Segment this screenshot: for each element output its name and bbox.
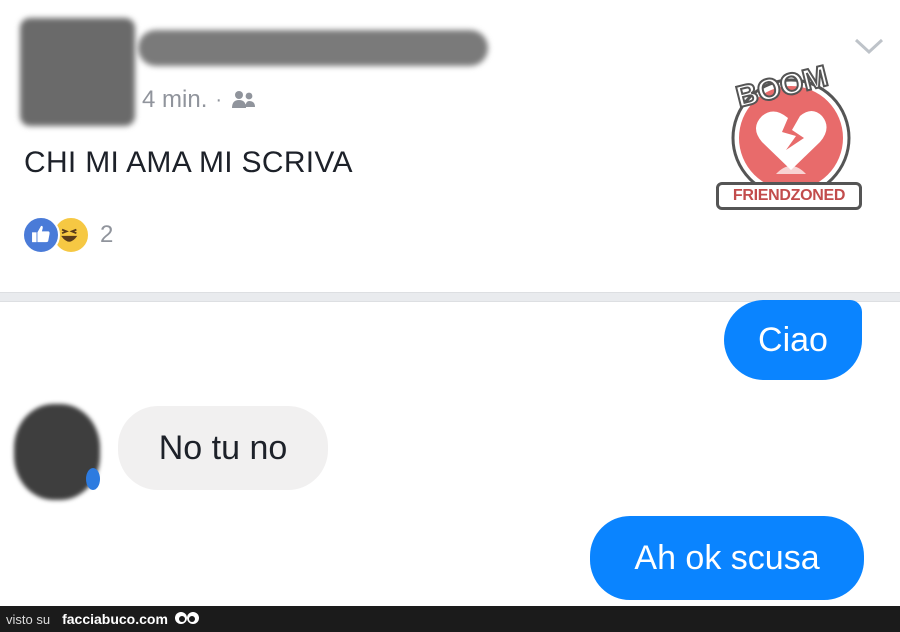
post-meta: 4 min. · xyxy=(142,86,258,114)
like-icon[interactable] xyxy=(22,216,60,254)
watermark-prefix: visto su xyxy=(6,611,51,627)
reactions-bar[interactable]: 2 xyxy=(22,216,113,254)
author-name-redacted[interactable] xyxy=(138,30,488,66)
message-sent[interactable]: Ciao xyxy=(724,300,862,380)
meta-separator: · xyxy=(215,88,223,111)
message-sent[interactable]: Ah ok scusa xyxy=(590,516,864,600)
author-avatar-redacted[interactable] xyxy=(20,18,135,126)
eyes-icon xyxy=(174,612,199,624)
active-status-dot xyxy=(86,468,100,490)
post-text: CHI MI AMA MI SCRIVA xyxy=(24,146,353,179)
reaction-count[interactable]: 2 xyxy=(100,221,113,249)
watermark-footer: visto su facciabuco.com xyxy=(0,606,900,632)
svg-text:BOOM: BOOM xyxy=(733,60,832,110)
boom-text: BOOM xyxy=(732,59,833,110)
watermark-site[interactable]: facciabuco.com xyxy=(62,611,168,627)
post-timestamp[interactable]: 4 min. xyxy=(142,86,207,114)
message-received[interactable]: No tu no xyxy=(118,406,328,490)
boom-friendzoned-stamp: BOOM FRIENDZONED xyxy=(712,50,870,216)
friends-icon[interactable] xyxy=(230,88,258,112)
friendzoned-label: FRIENDZONED xyxy=(716,182,862,210)
facebook-post: 4 min. · CHI MI AMA MI SCRIVA 2 BOOM FRI… xyxy=(0,0,900,292)
